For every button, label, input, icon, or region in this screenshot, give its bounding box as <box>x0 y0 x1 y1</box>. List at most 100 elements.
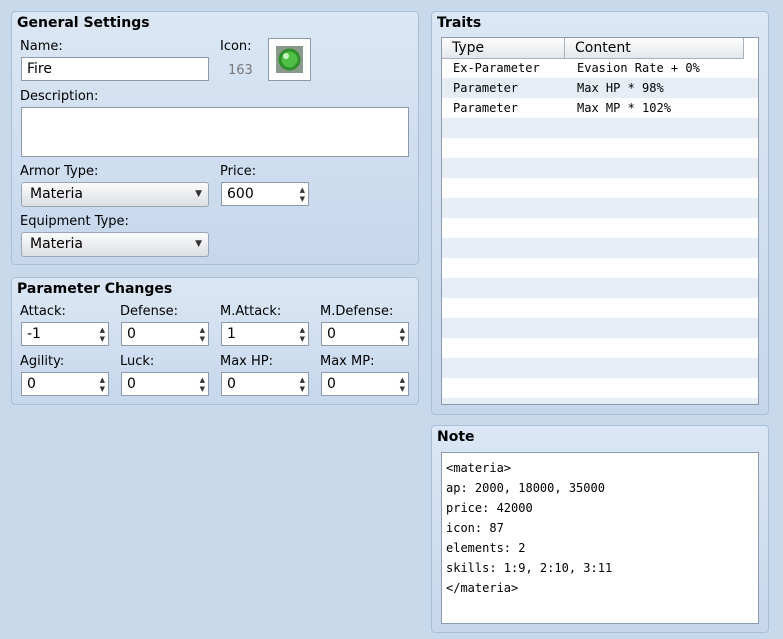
attack-label: Attack: <box>20 304 66 319</box>
m-defense-value: 0 <box>327 326 336 342</box>
max-mp-value: 0 <box>327 376 336 392</box>
spin-down-icon[interactable]: ▼ <box>200 335 205 343</box>
m-attack-label: M.Attack: <box>220 304 282 319</box>
equipment-type-select[interactable]: Materia ▼ <box>21 232 209 257</box>
trait-type-cell: Parameter <box>453 81 519 95</box>
column-header-content[interactable]: Content <box>565 38 744 58</box>
table-row[interactable] <box>442 338 758 358</box>
defense-value: 0 <box>127 326 136 342</box>
spin-down-icon[interactable]: ▼ <box>300 335 305 343</box>
trait-content-cell: Max MP * 102% <box>577 101 671 115</box>
luck-value: 0 <box>127 376 136 392</box>
armor-type-value: Materia <box>30 186 83 202</box>
table-row[interactable]: Ex-Parameter Evasion Rate + 0% <box>442 58 758 78</box>
armor-type-select[interactable]: Materia ▼ <box>21 182 209 207</box>
table-row[interactable] <box>442 298 758 318</box>
spin-up-icon[interactable]: ▲ <box>200 376 205 384</box>
traits-title: Traits <box>437 15 482 31</box>
trait-type-cell: Ex-Parameter <box>453 61 540 75</box>
price-label: Price: <box>220 164 257 179</box>
note-textarea[interactable]: <materia> ap: 2000, 18000, 35000 price: … <box>441 452 759 624</box>
price-spinbox[interactable]: 600 ▲ ▼ <box>221 182 309 206</box>
spin-up-icon[interactable]: ▲ <box>100 376 105 384</box>
table-row[interactable] <box>442 238 758 258</box>
max-hp-spinbox[interactable]: 0 ▲ ▼ <box>221 372 309 396</box>
table-row[interactable]: Parameter Max HP * 98% <box>442 78 758 98</box>
luck-spinbox[interactable]: 0 ▲ ▼ <box>121 372 209 396</box>
m-attack-spinbox[interactable]: 1 ▲ ▼ <box>221 322 309 346</box>
equipment-type-value: Materia <box>30 236 83 252</box>
column-header-type[interactable]: Type <box>442 38 565 58</box>
note-line: </materia> <box>446 581 519 595</box>
name-label: Name: <box>20 39 63 54</box>
defense-spinbox[interactable]: 0 ▲ ▼ <box>121 322 209 346</box>
table-row[interactable] <box>442 318 758 338</box>
spin-up-icon[interactable]: ▲ <box>100 326 105 334</box>
spin-up-icon[interactable]: ▲ <box>200 326 205 334</box>
trait-content-cell: Max HP * 98% <box>577 81 664 95</box>
note-title: Note <box>437 429 475 445</box>
traits-table[interactable]: Ex-Parameter Evasion Rate + 0% Parameter Ma… <box>441 37 759 405</box>
traits-header: Type Content <box>442 38 744 59</box>
agility-value: 0 <box>27 376 36 392</box>
table-row[interactable] <box>442 178 758 198</box>
icon-index: 163 <box>228 63 253 78</box>
spin-up-icon[interactable]: ▲ <box>300 326 305 334</box>
spin-down-icon[interactable]: ▼ <box>100 385 105 393</box>
name-field[interactable]: Fire <box>21 57 209 81</box>
defense-label: Defense: <box>120 304 178 319</box>
table-row[interactable] <box>442 158 758 178</box>
note-line: elements: 2 <box>446 541 526 555</box>
description-field[interactable] <box>21 107 409 157</box>
general-settings-title: General Settings <box>17 15 150 31</box>
table-row[interactable] <box>442 378 758 398</box>
table-row[interactable] <box>442 138 758 158</box>
table-row[interactable]: Parameter Max MP * 102% <box>442 98 758 118</box>
green-orb-icon <box>276 46 303 73</box>
trait-content-cell: Evasion Rate + 0% <box>577 61 700 75</box>
m-defense-label: M.Defense: <box>320 304 394 319</box>
icon-picker-button[interactable] <box>268 38 311 81</box>
note-line: skills: 1:9, 2:10, 3:11 <box>446 561 613 575</box>
spin-down-icon[interactable]: ▼ <box>300 195 305 203</box>
table-row[interactable] <box>442 198 758 218</box>
spin-down-icon[interactable]: ▼ <box>200 385 205 393</box>
attack-value: -1 <box>27 326 41 342</box>
description-label: Description: <box>20 89 99 104</box>
agility-spinbox[interactable]: 0 ▲ ▼ <box>21 372 109 396</box>
icon-label: Icon: <box>220 39 252 54</box>
table-row[interactable] <box>442 258 758 278</box>
attack-spinbox[interactable]: -1 ▲ ▼ <box>21 322 109 346</box>
max-hp-value: 0 <box>227 376 236 392</box>
spin-down-icon[interactable]: ▼ <box>300 385 305 393</box>
chevron-down-icon: ▼ <box>195 189 202 199</box>
spin-up-icon[interactable]: ▲ <box>400 376 405 384</box>
note-line: icon: 87 <box>446 521 504 535</box>
parameter-changes-title: Parameter Changes <box>17 281 173 297</box>
spin-up-icon[interactable]: ▲ <box>400 326 405 334</box>
spin-up-icon[interactable]: ▲ <box>300 186 305 194</box>
spin-down-icon[interactable]: ▼ <box>400 335 405 343</box>
note-line: <materia> <box>446 461 512 475</box>
price-value: 600 <box>227 186 254 202</box>
trait-type-cell: Parameter <box>453 101 519 115</box>
m-defense-spinbox[interactable]: 0 ▲ ▼ <box>321 322 409 346</box>
equipment-type-label: Equipment Type: <box>20 214 129 229</box>
max-mp-spinbox[interactable]: 0 ▲ ▼ <box>321 372 409 396</box>
note-line: price: 42000 <box>446 501 533 515</box>
chevron-down-icon: ▼ <box>195 239 202 249</box>
m-attack-value: 1 <box>227 326 236 342</box>
spin-up-icon[interactable]: ▲ <box>300 376 305 384</box>
table-row[interactable] <box>442 398 758 404</box>
spin-down-icon[interactable]: ▼ <box>400 385 405 393</box>
table-row[interactable] <box>442 218 758 238</box>
spin-down-icon[interactable]: ▼ <box>100 335 105 343</box>
armor-type-label: Armor Type: <box>20 164 99 179</box>
agility-label: Agility: <box>20 354 65 369</box>
table-row[interactable] <box>442 358 758 378</box>
max-mp-label: Max MP: <box>320 354 375 369</box>
table-row[interactable] <box>442 278 758 298</box>
table-row[interactable] <box>442 118 758 138</box>
max-hp-label: Max HP: <box>220 354 274 369</box>
note-line: ap: 2000, 18000, 35000 <box>446 481 605 495</box>
